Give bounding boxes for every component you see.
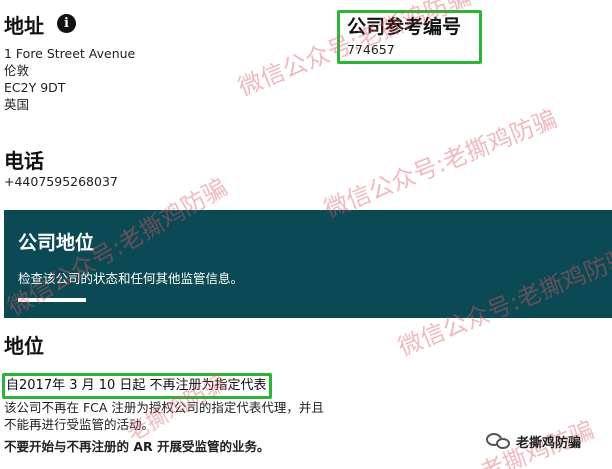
address-line: EC2Y 9DT bbox=[4, 80, 66, 95]
status-heading: 地位 bbox=[4, 334, 44, 358]
status-warning: 不要开始与不再注册的 AR 开展受监管的业务。 bbox=[4, 439, 270, 454]
info-icon[interactable]: i bbox=[57, 14, 76, 33]
address-line: 伦敦 bbox=[4, 63, 30, 78]
phone-heading: 电话 bbox=[4, 149, 44, 173]
phone-value[interactable]: +4407595268037 bbox=[4, 173, 118, 190]
status-description-line: 该公司不再在 FCA 注册为授权公司的指定代表代理，并且 bbox=[4, 400, 324, 415]
address-line: 英国 bbox=[4, 97, 30, 112]
address-line: 1 Fore Street Avenue bbox=[4, 46, 136, 61]
wechat-label: 老撕鸡防骗 bbox=[516, 435, 582, 451]
wechat-badge: 老撕鸡防骗 bbox=[486, 431, 581, 451]
company-ref-heading: 公司参考编号 bbox=[347, 16, 462, 38]
banner-underline bbox=[18, 298, 86, 302]
status-date: 自2017年 3 月 10 日起 不再注册为指定代表 bbox=[6, 378, 267, 393]
banner-title: 公司地位 bbox=[18, 232, 95, 254]
status-banner: 公司地位 检查该公司的状态和任何其他监管信息。 bbox=[4, 210, 612, 318]
watermark: 微信公众号:老撕鸡防骗 bbox=[320, 104, 561, 224]
status-description-line: 不能再进行受监管的活动。 bbox=[4, 417, 155, 432]
wechat-icon bbox=[486, 431, 512, 451]
company-ref-value: 774657 bbox=[347, 42, 395, 57]
address-block: 1 Fore Street Avenue 伦敦 EC2Y 9DT 英国 bbox=[4, 45, 135, 113]
status-description: 该公司不再在 FCA 注册为授权公司的指定代表代理，并且 不能再进行受监管的活动… bbox=[4, 399, 324, 433]
address-heading: 地址 bbox=[4, 14, 44, 38]
banner-description: 检查该公司的状态和任何其他监管信息。 bbox=[18, 271, 244, 286]
